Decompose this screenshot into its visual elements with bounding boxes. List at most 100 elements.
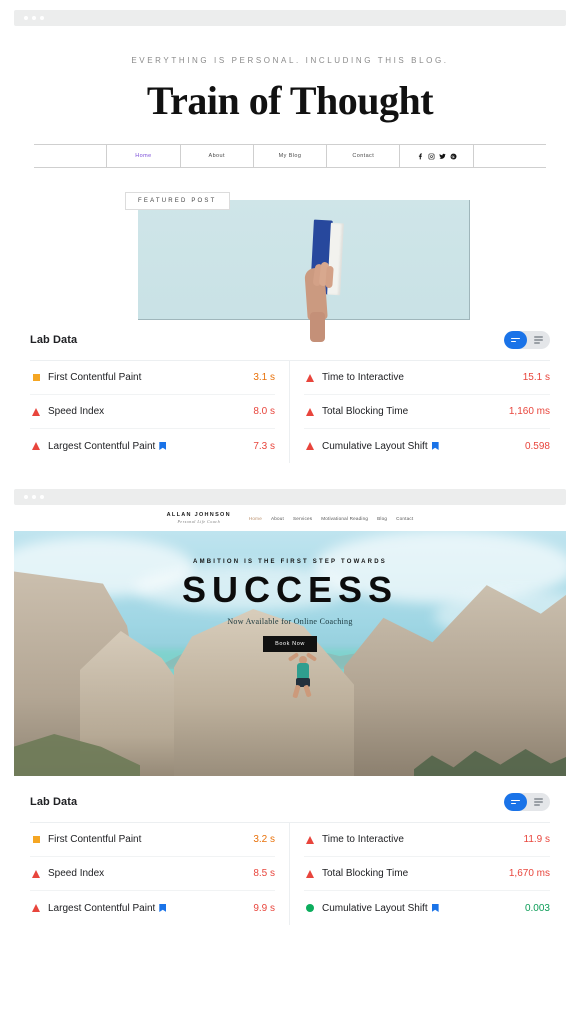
metric-value: 3.2 s [253, 834, 275, 845]
list-view-icon[interactable] [504, 793, 527, 811]
metric-value: 0.598 [524, 440, 550, 452]
metric-value: 15.1 s [522, 372, 550, 383]
lab-data-title-1: Lab Data [30, 334, 78, 346]
rock-climber-figure [286, 649, 320, 701]
status-marker-error-triangle-icon [30, 869, 42, 878]
metric-label: Largest Contentful Paint [42, 903, 247, 914]
status-marker-pass-circle-icon [304, 904, 316, 912]
status-marker-warning-square-icon [30, 374, 42, 381]
lab-data-title-2: Lab Data [30, 796, 78, 808]
featured-post-image[interactable]: FEATURED POST [125, 192, 470, 342]
lab-data-header-1: Lab Data [30, 320, 550, 360]
metric-row-first-contentful-paint: First Contentful Paint 3.2 s [30, 823, 275, 857]
lab-data-metrics-grid-2: First Contentful Paint 3.2 s Speed Index… [30, 822, 550, 925]
nav-spacer-right [474, 145, 546, 167]
site2-brand-name: ALLAN JOHNSON [166, 512, 231, 519]
core-web-vital-flag-icon [431, 442, 439, 450]
site1-nav-item-my-blog[interactable]: My Blog [254, 145, 328, 167]
climber-leg-right [303, 684, 312, 698]
site2-nav-links: Home About Services Motivational Reading… [249, 516, 413, 521]
book-now-button[interactable]: Book Now [263, 636, 317, 652]
metric-row-total-blocking-time: Total Blocking Time 1,160 ms [304, 395, 550, 429]
twitter-icon[interactable] [438, 153, 446, 160]
site2-nav-item-contact[interactable]: Contact [396, 516, 413, 521]
status-marker-error-triangle-icon [304, 835, 316, 844]
lab-metrics-column-right-1: Time to Interactive 15.1 s Total Blockin… [290, 361, 550, 463]
status-marker-warning-square-icon [30, 836, 42, 843]
page-root: EVERYTHING IS PERSONAL. INCLUDING THIS B… [0, 10, 580, 1024]
metric-value: 9.9 s [253, 902, 275, 914]
chrome-dot-close [24, 495, 28, 499]
metric-value: 11.9 s [523, 834, 551, 845]
metric-value: 8.5 s [253, 868, 275, 879]
site1-tagline: EVERYTHING IS PERSONAL. INCLUDING THIS B… [131, 56, 449, 65]
metric-row-largest-contentful-paint: Largest Contentful Paint 7.3 s [30, 429, 275, 463]
site2-hero-text-block: AMBITION IS THE FIRST STEP TOWARDS SUCCE… [14, 559, 566, 652]
hero-subtitle: Now Available for Online Coaching [227, 617, 353, 626]
metric-row-largest-contentful-paint: Largest Contentful Paint 9.9 s [30, 891, 275, 925]
metric-row-total-blocking-time: Total Blocking Time 1,670 ms [304, 857, 550, 891]
site1-nav-item-about[interactable]: About [181, 145, 254, 167]
metric-row-speed-index: Speed Index 8.0 s [30, 395, 275, 429]
site2-navbar: ALLAN JOHNSON Personal Life Coach Home A… [0, 505, 580, 531]
metric-value: 1,160 ms [508, 406, 550, 417]
detail-view-icon[interactable] [527, 331, 550, 349]
metric-label: Speed Index [48, 868, 105, 879]
metric-label: Cumulative Layout Shift [316, 441, 519, 452]
featured-post-badge: FEATURED POST [125, 192, 230, 210]
climber-arm-right [305, 652, 318, 662]
site2-nav-item-motivational-reading[interactable]: Motivational Reading [321, 516, 368, 521]
detail-view-icon[interactable] [527, 793, 550, 811]
site2-brand-subtitle: Personal Life Coach [177, 518, 221, 524]
site2-nav-item-blog[interactable]: Blog [377, 516, 387, 521]
metric-label: Cumulative Layout Shift [316, 903, 519, 914]
site1-social-links [400, 145, 474, 167]
site1-nav-item-home[interactable]: Home [107, 145, 181, 167]
status-marker-error-triangle-icon [30, 442, 42, 450]
metric-row-cumulative-layout-shift: Cumulative Layout Shift 0.003 [304, 891, 550, 925]
facebook-icon[interactable] [417, 152, 424, 160]
lab-data-view-toggle-2[interactable] [504, 793, 550, 811]
instagram-icon[interactable] [428, 153, 435, 160]
site1-featured-post-section: FEATURED POST [14, 192, 566, 342]
metric-label: Time to Interactive [322, 372, 404, 383]
metric-row-first-contentful-paint: First Contentful Paint 3.1 s [30, 361, 275, 395]
site2-nav-item-services[interactable]: Services [293, 516, 312, 521]
site1-title: Train of Thought [146, 78, 434, 123]
website-screenshot-train-of-thought: EVERYTHING IS PERSONAL. INCLUDING THIS B… [0, 26, 580, 342]
site2-nav-item-home[interactable]: Home [249, 516, 262, 521]
lab-metrics-column-left-1: First Contentful Paint 3.1 s Speed Index… [30, 361, 290, 463]
lab-data-panel-2: Lab Data First Contentful Paint 3.2 s Sp… [0, 782, 580, 925]
chrome-dot-maximize [40, 495, 44, 499]
website-screenshot-allan-johnson: ALLAN JOHNSON Personal Life Coach Home A… [0, 505, 580, 776]
browser-chrome-bar-2 [14, 489, 566, 505]
site1-nav-item-contact[interactable]: Contact [327, 145, 401, 167]
core-web-vital-flag-icon [159, 904, 167, 912]
wrist-shape [309, 312, 325, 342]
site2-nav-item-about[interactable]: About [271, 516, 284, 521]
metric-label: Total Blocking Time [322, 406, 409, 417]
metric-label: Speed Index [48, 406, 105, 417]
lab-metrics-column-left-2: First Contentful Paint 3.2 s Speed Index… [30, 823, 290, 925]
metric-value: 8.0 s [253, 406, 275, 417]
metric-label: First Contentful Paint [48, 372, 142, 383]
site1-navbar: Home About My Blog Contact [34, 144, 546, 168]
list-view-icon[interactable] [504, 331, 527, 349]
lab-data-header-2: Lab Data [30, 782, 550, 822]
status-marker-error-triangle-icon [30, 407, 42, 416]
site2-logo[interactable]: ALLAN JOHNSON Personal Life Coach [167, 512, 231, 524]
metric-row-cumulative-layout-shift: Cumulative Layout Shift 0.598 [304, 429, 550, 463]
pinterest-icon[interactable] [450, 153, 457, 160]
metric-value: 3.1 s [253, 372, 275, 383]
metric-row-time-to-interactive: Time to Interactive 15.1 s [304, 361, 550, 395]
lab-data-view-toggle-1[interactable] [504, 331, 550, 349]
metric-row-speed-index: Speed Index 8.5 s [30, 857, 275, 891]
metric-label: Largest Contentful Paint [42, 441, 247, 452]
lab-metrics-column-right-2: Time to Interactive 11.9 s Total Blockin… [290, 823, 550, 925]
metric-value: 1,670 ms [508, 868, 550, 879]
metric-value: 0.003 [524, 902, 550, 914]
hero-title: SUCCESS [181, 569, 399, 610]
core-web-vital-flag-icon [431, 904, 439, 912]
metric-row-time-to-interactive: Time to Interactive 11.9 s [304, 823, 550, 857]
status-marker-error-triangle-icon [304, 407, 316, 416]
